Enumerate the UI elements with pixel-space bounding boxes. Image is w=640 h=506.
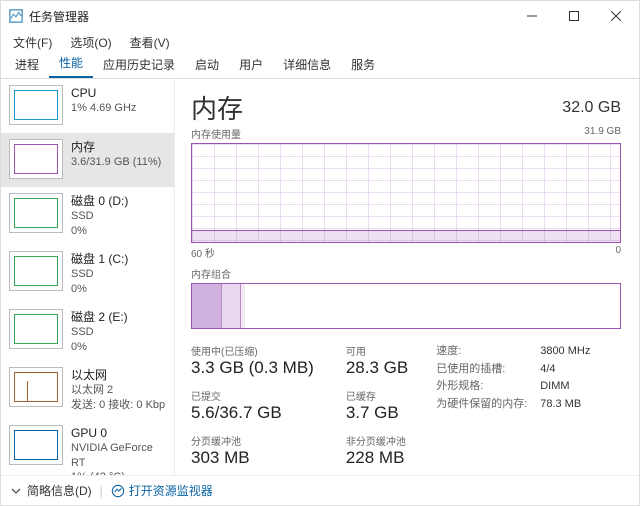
- tab-details[interactable]: 详细信息: [273, 52, 341, 78]
- disk0-sub1: SSD: [71, 209, 128, 224]
- disk1-sub2: 0%: [71, 282, 128, 297]
- cpu-title: CPU: [71, 85, 136, 101]
- disk2-sub1: SSD: [71, 325, 128, 340]
- sidebar-item-disk2[interactable]: 磁盘 2 (E:) SSD 0%: [1, 303, 174, 361]
- disk1-title: 磁盘 1 (C:): [71, 251, 128, 267]
- main-panel: 内存 32.0 GB 内存使用量 31.9 GB 60 秒 0 内存组合: [175, 79, 639, 475]
- paged-val: 303 MB: [191, 448, 314, 468]
- memory-thumb: [9, 139, 63, 179]
- tab-processes[interactable]: 进程: [5, 52, 49, 78]
- disk0-sub2: 0%: [71, 224, 128, 239]
- cpu-thumb: [9, 85, 63, 125]
- menubar: 文件(F) 选项(O) 查看(V): [1, 31, 639, 53]
- ethernet-sub2: 发送: 0 接收: 0 Kbp: [71, 398, 165, 413]
- speed-v: 3800 MHz: [540, 343, 590, 361]
- cached-key: 已缓存: [346, 388, 408, 403]
- form-v: DIMM: [540, 378, 569, 396]
- ethernet-sub1: 以太网 2: [71, 383, 165, 398]
- window-controls: [511, 2, 637, 30]
- monitor-icon: [111, 484, 125, 498]
- memory-sub: 3.6/31.9 GB (11%): [71, 155, 161, 170]
- speed-k: 速度:: [436, 343, 540, 361]
- memory-title: 内存: [71, 139, 161, 155]
- sidebar-item-disk0[interactable]: 磁盘 0 (D:) SSD 0%: [1, 187, 174, 245]
- committed-val: 5.6/36.7 GB: [191, 403, 314, 423]
- composition-label: 内存组合: [191, 266, 621, 281]
- ethernet-thumb: [9, 367, 63, 407]
- open-resource-monitor-link[interactable]: 打开资源监视器: [111, 482, 213, 499]
- composition-chart: [191, 283, 621, 329]
- usage-chart: [191, 143, 621, 243]
- disk2-sub2: 0%: [71, 340, 128, 355]
- tab-users[interactable]: 用户: [229, 52, 273, 78]
- in-use-key: 使用中(已压缩): [191, 343, 314, 358]
- axis-left: 60 秒: [191, 245, 215, 260]
- disk0-thumb: [9, 193, 63, 233]
- titlebar[interactable]: 任务管理器: [1, 1, 639, 31]
- footer: 简略信息(D) | 打开资源监视器: [1, 475, 639, 505]
- available-key: 可用: [346, 343, 408, 358]
- committed-key: 已提交: [191, 388, 314, 403]
- ethernet-title: 以太网: [71, 367, 165, 383]
- sidebar-item-cpu[interactable]: CPU 1% 4.69 GHz: [1, 79, 174, 133]
- chevron-down-icon[interactable]: [11, 486, 21, 496]
- cpu-sub: 1% 4.69 GHz: [71, 101, 136, 116]
- brief-info-link[interactable]: 简略信息(D): [27, 482, 92, 499]
- tab-performance[interactable]: 性能: [49, 50, 93, 78]
- reserved-k: 为硬件保留的内存:: [436, 396, 540, 414]
- axis-right: 0: [615, 245, 621, 260]
- cached-val: 3.7 GB: [346, 403, 408, 423]
- menu-view[interactable]: 查看(V): [122, 32, 178, 53]
- usage-chart-label: 内存使用量: [191, 126, 241, 141]
- gpu0-sub1: NVIDIA GeForce RT: [71, 441, 166, 471]
- usage-chart-max: 31.9 GB: [584, 126, 621, 141]
- reserved-v: 78.3 MB: [540, 396, 581, 414]
- disk2-thumb: [9, 309, 63, 349]
- tab-app-history[interactable]: 应用历史记录: [93, 52, 185, 78]
- window-frame: 任务管理器 文件(F) 选项(O) 查看(V) 进程 性能 应用历史记录 启动 …: [0, 0, 640, 506]
- close-button[interactable]: [595, 2, 637, 30]
- sidebar-item-gpu0[interactable]: GPU 0 NVIDIA GeForce RT 1% (42 °C): [1, 419, 174, 476]
- available-val: 28.3 GB: [346, 358, 408, 378]
- gpu0-thumb: [9, 425, 63, 465]
- window-title: 任务管理器: [29, 8, 511, 25]
- nonpaged-key: 非分页缓冲池: [346, 433, 408, 448]
- nonpaged-val: 228 MB: [346, 448, 408, 468]
- body: CPU 1% 4.69 GHz 内存 3.6/31.9 GB (11%) 磁盘 …: [1, 79, 639, 475]
- app-icon: [9, 9, 23, 23]
- tab-startup[interactable]: 启动: [185, 52, 229, 78]
- disk1-sub1: SSD: [71, 267, 128, 282]
- tab-services[interactable]: 服务: [341, 52, 385, 78]
- page-title: 内存: [191, 89, 243, 126]
- sidebar-item-disk1[interactable]: 磁盘 1 (C:) SSD 0%: [1, 245, 174, 303]
- slots-v: 4/4: [540, 361, 555, 379]
- form-k: 外形规格:: [436, 378, 540, 396]
- sidebar: CPU 1% 4.69 GHz 内存 3.6/31.9 GB (11%) 磁盘 …: [1, 79, 175, 475]
- minimize-button[interactable]: [511, 2, 553, 30]
- gpu0-title: GPU 0: [71, 425, 166, 441]
- disk0-title: 磁盘 0 (D:): [71, 193, 128, 209]
- disk1-thumb: [9, 251, 63, 291]
- slots-k: 已使用的插槽:: [436, 361, 540, 379]
- total-memory: 32.0 GB: [562, 99, 621, 117]
- stats-area: 使用中(已压缩) 3.3 GB (0.3 MB) 可用 28.3 GB 已提交 …: [191, 343, 621, 468]
- disk2-title: 磁盘 2 (E:): [71, 309, 128, 325]
- tabbar: 进程 性能 应用历史记录 启动 用户 详细信息 服务: [1, 53, 639, 79]
- maximize-button[interactable]: [553, 2, 595, 30]
- sidebar-item-memory[interactable]: 内存 3.6/31.9 GB (11%): [1, 133, 174, 187]
- in-use-val: 3.3 GB (0.3 MB): [191, 358, 314, 378]
- paged-key: 分页缓冲池: [191, 433, 314, 448]
- sidebar-item-ethernet[interactable]: 以太网 以太网 2 发送: 0 接收: 0 Kbp: [1, 361, 174, 419]
